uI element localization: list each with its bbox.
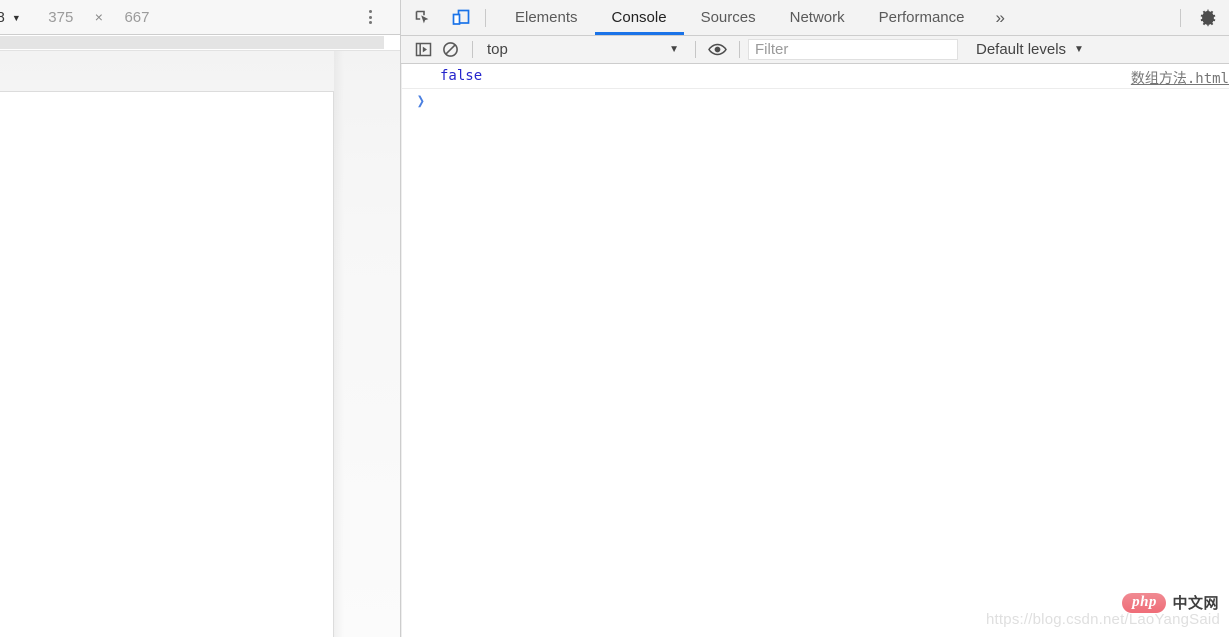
console-sidebar-icon[interactable] xyxy=(410,38,437,62)
tab-label: Sources xyxy=(700,9,756,26)
toolbar-divider xyxy=(485,8,486,27)
console-message-text: false xyxy=(440,68,483,84)
console-toolbar: top ▼ Default levels ▼ xyxy=(401,36,1229,64)
multiply-icon: × xyxy=(94,9,103,25)
log-levels-value: Default levels xyxy=(976,41,1067,58)
tab-label: Network xyxy=(789,9,845,26)
clear-console-icon[interactable] xyxy=(437,38,464,62)
toolbar-divider xyxy=(472,41,473,58)
devtools-toolbar-icons xyxy=(401,0,485,35)
console-source-link[interactable]: 数组方法.html xyxy=(1131,68,1229,88)
tab-sources[interactable]: Sources xyxy=(684,0,773,35)
php-logo-pill: php xyxy=(1122,592,1167,613)
toolbar-divider xyxy=(695,41,696,58)
devtools-tabs: Elements Console Sources Network Perform… xyxy=(498,0,1018,35)
tab-label: Elements xyxy=(515,9,578,26)
devtools-pane: Elements Console Sources Network Perform… xyxy=(401,0,1229,637)
tabbar-right-group xyxy=(1180,0,1229,35)
device-dimensions: 375 × 667 xyxy=(46,9,152,26)
filter-input[interactable] xyxy=(748,39,958,60)
device-selector[interactable]: 7/8 ▼ xyxy=(0,9,21,26)
execution-context-select[interactable]: top ▼ xyxy=(481,39,687,60)
live-expression-eye-icon[interactable] xyxy=(704,38,731,62)
toggle-device-toolbar-icon[interactable] xyxy=(449,6,473,30)
device-emulation-pane: 7/8 ▼ 375 × 667 xyxy=(0,0,400,637)
devtools-tabbar: Elements Console Sources Network Perform… xyxy=(401,0,1229,36)
chevron-down-icon: ▼ xyxy=(669,44,679,55)
tab-elements[interactable]: Elements xyxy=(498,0,595,35)
device-stage xyxy=(0,51,400,637)
log-levels-select[interactable]: Default levels ▼ xyxy=(976,41,1084,58)
more-tabs-icon[interactable]: » xyxy=(982,0,1018,35)
toolbar-divider xyxy=(739,41,740,58)
tab-performance[interactable]: Performance xyxy=(862,0,982,35)
chevron-down-icon: ▼ xyxy=(11,12,21,23)
gear-icon[interactable] xyxy=(1191,1,1225,35)
tab-console[interactable]: Console xyxy=(594,0,684,35)
console-prompt-row[interactable]: ❯ xyxy=(402,89,1229,113)
scrollbar-thumb[interactable] xyxy=(0,36,384,49)
inspect-element-icon[interactable] xyxy=(411,6,435,30)
prompt-chevron-icon: ❯ xyxy=(416,91,425,110)
tabbar-divider xyxy=(1180,8,1181,27)
url-watermark: https://blog.csdn.net/LaoYangSaid xyxy=(986,611,1220,628)
console-output[interactable]: false 数组方法.html ❯ php 中文网 https://blog.c… xyxy=(401,64,1229,637)
emulated-page-viewport[interactable] xyxy=(0,91,334,637)
device-toolbar: 7/8 ▼ 375 × 667 xyxy=(0,0,400,35)
viewport-shadow xyxy=(334,51,344,637)
tab-label: Console xyxy=(611,9,667,26)
tab-network[interactable]: Network xyxy=(773,0,862,35)
execution-context-value: top xyxy=(487,41,508,58)
tab-label: Performance xyxy=(878,9,965,26)
console-message-row[interactable]: false 数组方法.html xyxy=(402,64,1229,89)
device-width-input[interactable]: 375 xyxy=(46,9,76,26)
device-name-label: 7/8 xyxy=(0,8,5,26)
horizontal-scrollbar[interactable] xyxy=(0,35,400,51)
device-height-input[interactable]: 667 xyxy=(122,9,152,26)
php-logo-watermark: php 中文网 xyxy=(1122,592,1219,613)
chevron-down-icon: ▼ xyxy=(1074,44,1084,55)
devtools-window: 7/8 ▼ 375 × 667 xyxy=(0,0,1229,637)
php-logo-suffix: 中文网 xyxy=(1172,595,1219,612)
kebab-menu-icon[interactable] xyxy=(362,8,378,26)
